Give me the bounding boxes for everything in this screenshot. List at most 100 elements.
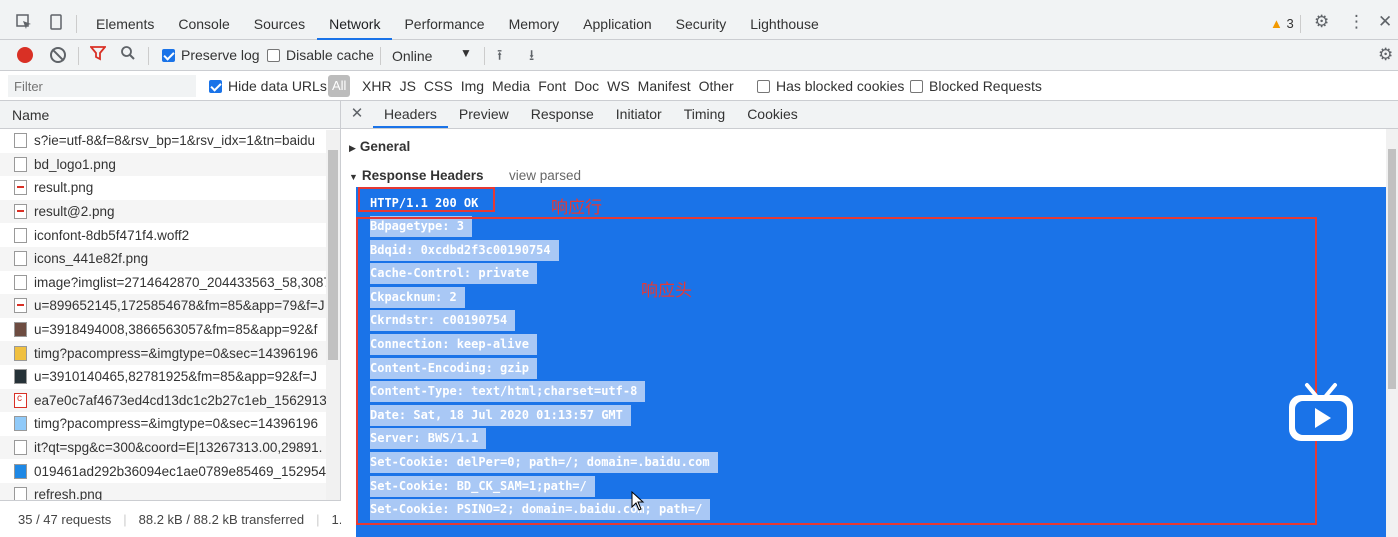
gear-icon[interactable]: ⚙	[1378, 45, 1393, 65]
details-scrollbar[interactable]	[1386, 129, 1398, 537]
request-name: ea7e0c7af4673ed4cd13dc1c2b27c1eb_1562913…	[34, 392, 326, 408]
status-line-annotation: 响应行	[551, 198, 602, 217]
tab-elements[interactable]: Elements	[84, 9, 166, 40]
filter-input[interactable]	[8, 75, 196, 97]
has-blocked-cookies-checkbox[interactable]: Has blocked cookies	[757, 78, 904, 94]
request-row[interactable]: image?imglist=2714642870_204433563_58,30…	[0, 271, 326, 295]
toolbar-divider	[380, 47, 381, 65]
scrollbar-thumb[interactable]	[328, 150, 338, 360]
filter-css[interactable]: CSS	[424, 78, 453, 94]
filter-all-button[interactable]: All	[328, 75, 351, 97]
request-row[interactable]: timg?pacompress=&imgtype=0&sec=14396196	[0, 341, 326, 365]
general-label: General	[359, 139, 411, 154]
filter-doc[interactable]: Doc	[574, 78, 599, 94]
response-headers-section-toggle[interactable]: ▼ Response Headers	[349, 168, 483, 183]
filter-xhr[interactable]: XHR	[362, 78, 392, 94]
general-section-toggle[interactable]: ▶ General	[349, 139, 410, 154]
request-row[interactable]: 019461ad292b36094ec1ae0789e85469_1529549	[0, 459, 326, 483]
request-list-scrollbar[interactable]	[326, 130, 340, 526]
import-har-icon[interactable]: ⭱	[497, 45, 502, 70]
tab-application[interactable]: Application	[571, 9, 664, 40]
request-row[interactable]: icons_441e82f.png	[0, 246, 326, 271]
filter-funnel-icon[interactable]	[89, 45, 107, 64]
toolbar-divider	[76, 15, 77, 33]
blocked-requests-checkbox[interactable]: Blocked Requests	[910, 78, 1042, 94]
tab-performance[interactable]: Performance	[392, 9, 496, 40]
filter-manifest[interactable]: Manifest	[638, 78, 691, 94]
network-status-bar: 35 / 47 requests | 88.2 kB / 88.2 kB tra…	[0, 500, 342, 537]
panel-tabs: Elements Console Sources Network Perform…	[84, 9, 831, 40]
tab-response[interactable]: Response	[520, 101, 605, 128]
request-row[interactable]: u=3918494008,3866563057&fm=85&app=92&f	[0, 318, 326, 342]
hide-data-urls-checkbox[interactable]: Hide data URLs	[209, 78, 327, 94]
filter-img[interactable]: Img	[461, 78, 484, 94]
throttle-select[interactable]: Online	[392, 48, 432, 64]
image-thumbnail-icon	[14, 322, 27, 338]
preserve-log-checkbox[interactable]: Preserve log	[162, 47, 260, 63]
close-icon[interactable]: ✕	[1378, 12, 1392, 32]
tab-preview[interactable]: Preview	[448, 101, 520, 128]
request-list: s?ie=utf-8&f=8&rsv_bp=1&rsv_idx=1&tn=bai…	[0, 129, 340, 507]
chevron-down-icon[interactable]: ▼	[460, 46, 472, 60]
export-har-icon[interactable]: ⭳	[529, 45, 534, 70]
request-row[interactable]: iconfont-8db5f471f4.woff2	[0, 223, 326, 247]
filter-media[interactable]: Media	[492, 78, 530, 94]
gear-icon[interactable]: ⚙	[1314, 12, 1329, 32]
request-row[interactable]: bd_logo1.png	[0, 152, 326, 177]
more-vert-icon[interactable]: ⋮	[1348, 12, 1365, 32]
warning-counter[interactable]: ▲ 3	[1270, 16, 1294, 31]
headers-annotation: 响应头	[641, 281, 692, 300]
tab-network[interactable]: Network	[317, 9, 393, 40]
request-row[interactable]: ea7e0c7af4673ed4cd13dc1c2b27c1eb_1562913…	[0, 388, 326, 413]
tab-sources[interactable]: Sources	[242, 9, 317, 40]
view-parsed-link[interactable]: view parsed	[509, 168, 581, 183]
document-icon	[14, 440, 27, 456]
record-button[interactable]	[17, 47, 33, 63]
tab-console[interactable]: Console	[166, 9, 241, 40]
clear-button[interactable]	[50, 47, 66, 63]
request-row[interactable]: it?qt=spg&c=300&coord=E|13267313.00,2989…	[0, 435, 326, 460]
triangle-down-icon: ▼	[349, 172, 358, 182]
request-row[interactable]: s?ie=utf-8&f=8&rsv_bp=1&rsv_idx=1&tn=bai…	[0, 129, 326, 153]
request-row[interactable]: result@2.png	[0, 199, 326, 224]
devtools-panel-tabbar: Elements Console Sources Network Perform…	[0, 0, 1398, 40]
request-row[interactable]: result.png	[0, 176, 326, 200]
request-row[interactable]: u=3910140465,82781925&fm=85&app=92&f=J	[0, 365, 326, 389]
image-file-icon	[14, 298, 27, 314]
headers-annotation-box	[356, 217, 1317, 525]
name-column-header[interactable]: Name	[0, 101, 340, 129]
filter-other[interactable]: Other	[699, 78, 734, 94]
request-row[interactable]: timg?pacompress=&imgtype=0&sec=14396196	[0, 412, 326, 436]
image-file-icon	[14, 274, 27, 290]
tab-headers[interactable]: Headers	[373, 101, 448, 128]
image-thumbnail-icon	[14, 463, 27, 479]
filter-js[interactable]: JS	[400, 78, 416, 94]
cursor-inspect-icon[interactable]	[14, 14, 34, 34]
request-name: 019461ad292b36094ec1ae0789e85469_1529549	[34, 463, 326, 479]
scrollbar-thumb[interactable]	[1388, 149, 1396, 389]
has-blocked-cookies-label: Has blocked cookies	[776, 78, 905, 94]
toolbar-divider	[78, 47, 79, 65]
checkbox-checked[interactable]	[162, 48, 175, 62]
filter-font[interactable]: Font	[538, 78, 566, 94]
close-icon[interactable]: ✕	[341, 101, 373, 128]
filter-ws[interactable]: WS	[607, 78, 630, 94]
tab-memory[interactable]: Memory	[497, 9, 572, 40]
request-name: u=899652145,1725854678&fm=85&app=79&f=J	[34, 298, 325, 314]
request-row[interactable]: u=899652145,1725854678&fm=85&app=79&f=J	[0, 294, 326, 318]
device-toggle-icon[interactable]	[46, 14, 66, 34]
request-name: bd_logo1.png	[34, 156, 116, 172]
checkbox-unchecked[interactable]	[757, 79, 770, 93]
tab-cookies[interactable]: Cookies	[736, 101, 809, 128]
tab-timing[interactable]: Timing	[673, 101, 737, 128]
tab-lighthouse[interactable]: Lighthouse	[738, 9, 831, 40]
tab-security[interactable]: Security	[664, 9, 739, 40]
checkbox-unchecked[interactable]	[267, 48, 280, 62]
tab-initiator[interactable]: Initiator	[605, 101, 673, 128]
search-icon[interactable]	[120, 45, 136, 64]
checkbox-checked[interactable]	[209, 79, 222, 93]
image-thumbnail-icon	[14, 369, 27, 385]
disable-cache-checkbox[interactable]: Disable cache	[267, 47, 374, 63]
checkbox-unchecked[interactable]	[910, 79, 923, 93]
image-file-icon	[14, 204, 27, 220]
